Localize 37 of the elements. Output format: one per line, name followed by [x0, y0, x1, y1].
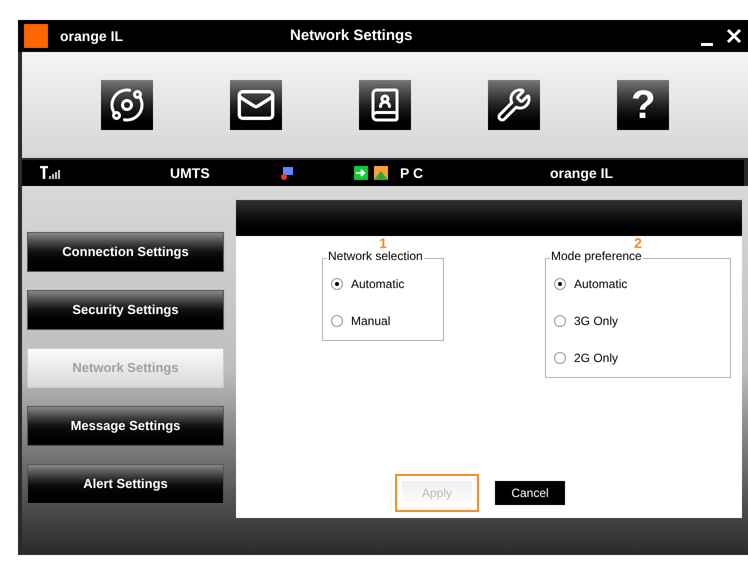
radio-button[interactable]: [331, 278, 343, 290]
globe-button[interactable]: [100, 80, 153, 130]
signal-icon: [40, 166, 60, 180]
group-title: Network selection: [327, 250, 424, 262]
window-title: Network Settings: [290, 26, 413, 46]
network-type: UMTS: [170, 164, 211, 182]
tools-button[interactable]: [488, 80, 540, 130]
sidebar-button[interactable]: Alert Settings: [27, 464, 224, 504]
tools-icon: [496, 87, 532, 123]
contacts-button[interactable]: [358, 80, 411, 130]
sidebar-button[interactable]: Connection Settings: [27, 232, 224, 272]
radio-button[interactable]: [554, 315, 566, 327]
brand-name: orange IL: [60, 26, 124, 46]
radio-button[interactable]: [554, 278, 566, 290]
logo-icon: [24, 24, 48, 48]
connection-label: P C: [400, 164, 424, 182]
group-title: Mode preference: [550, 250, 643, 262]
orbit-icon: [108, 87, 145, 123]
step-number: 2: [634, 236, 642, 250]
arrow-icon: [354, 166, 368, 180]
sidebar-button[interactable]: Security Settings: [27, 290, 224, 330]
radio-option[interactable]: 2G Only: [554, 349, 722, 367]
operator-name: orange IL: [550, 164, 614, 183]
radio-option[interactable]: Automatic: [554, 275, 722, 293]
picture-icon: [374, 166, 388, 180]
step-number: 1: [379, 236, 387, 250]
radio-button[interactable]: [554, 352, 566, 364]
sidebar-button[interactable]: Message Settings: [27, 406, 224, 446]
radio-option[interactable]: Manual: [331, 312, 435, 330]
computer-icon: [280, 166, 294, 180]
mail-button[interactable]: [230, 80, 282, 130]
radio-option[interactable]: 3G Only: [554, 312, 722, 330]
cancel-button[interactable]: Cancel: [495, 481, 565, 505]
help-button[interactable]: ?: [617, 80, 670, 130]
radio-button[interactable]: [331, 315, 343, 327]
close-icon[interactable]: [726, 28, 742, 44]
radio-option[interactable]: Automatic: [331, 275, 435, 293]
